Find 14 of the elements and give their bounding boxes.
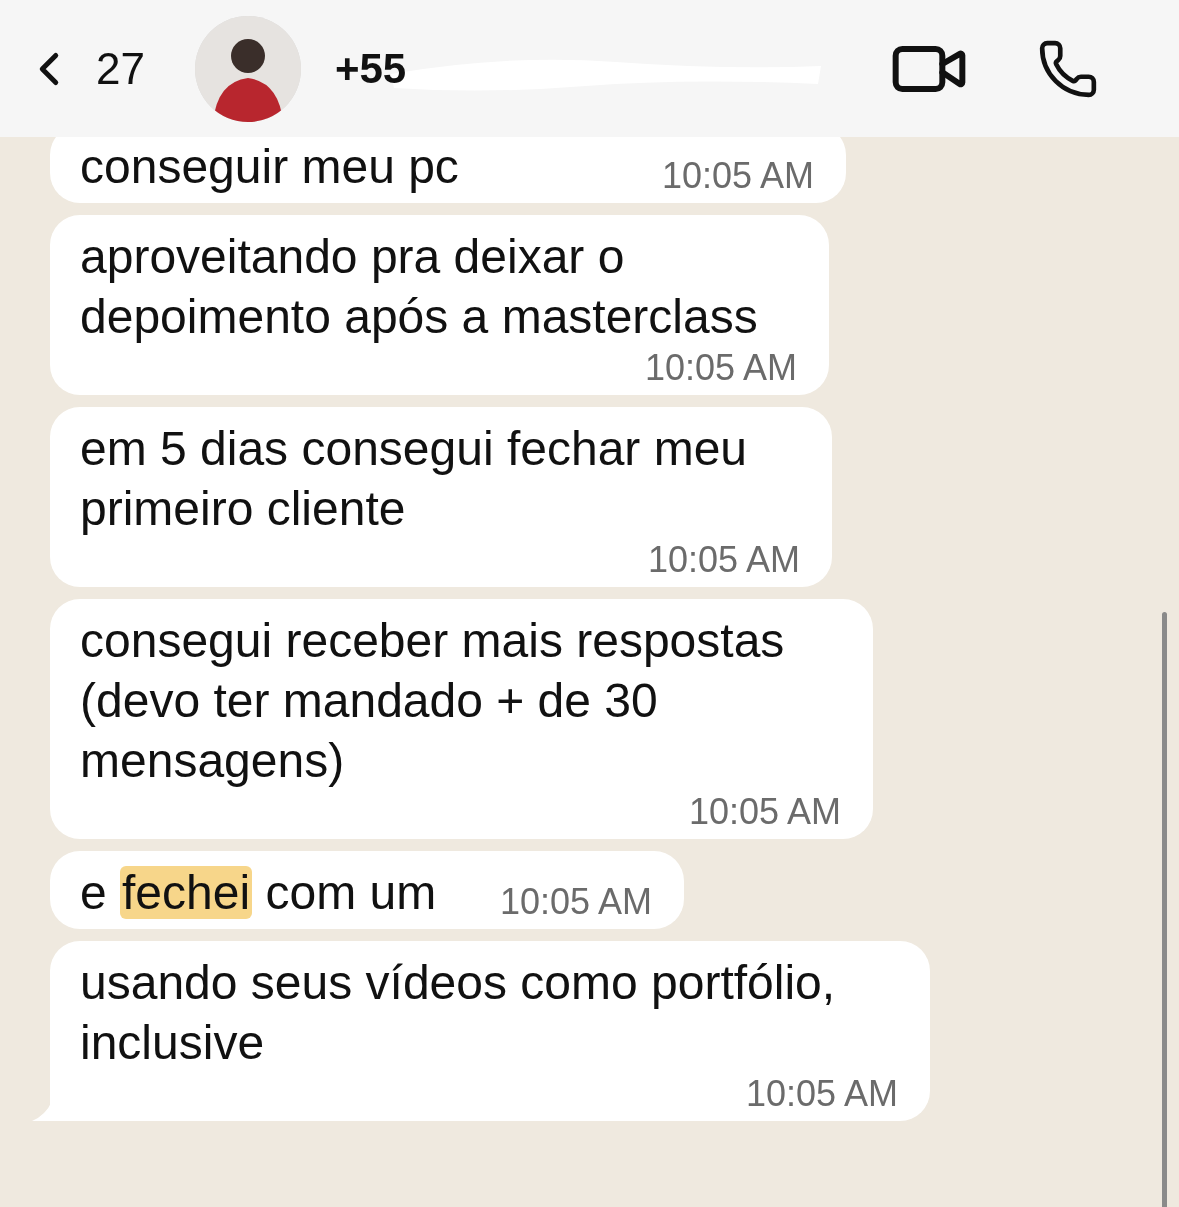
message-time: 10:05 AM [647,539,800,581]
back-button[interactable]: 27 [22,35,145,102]
message-time: 10:05 AM [661,155,814,197]
message-time: 10:05 AM [644,347,797,389]
message-time: 10:05 AM [688,791,841,833]
contact-name[interactable]: +55 [334,45,407,92]
message-text: aproveitando pra deixar o depoimento após a masterclass [80,229,759,345]
message-time: 10:05 AM [745,1073,898,1115]
message-text: e fechei com um [80,865,437,921]
message-text: usando seus vídeos como portfólio, inclusive [80,955,837,1071]
message-time: 10:05 AM [499,881,652,923]
message-text: em 5 dias consegui fechar meu primeiro cliente [80,421,749,537]
message-text: conseguir meu pc [80,139,459,195]
message-text: consegui receber mais respostas (devo ter mandado + de 30 mensagens) [80,613,786,789]
